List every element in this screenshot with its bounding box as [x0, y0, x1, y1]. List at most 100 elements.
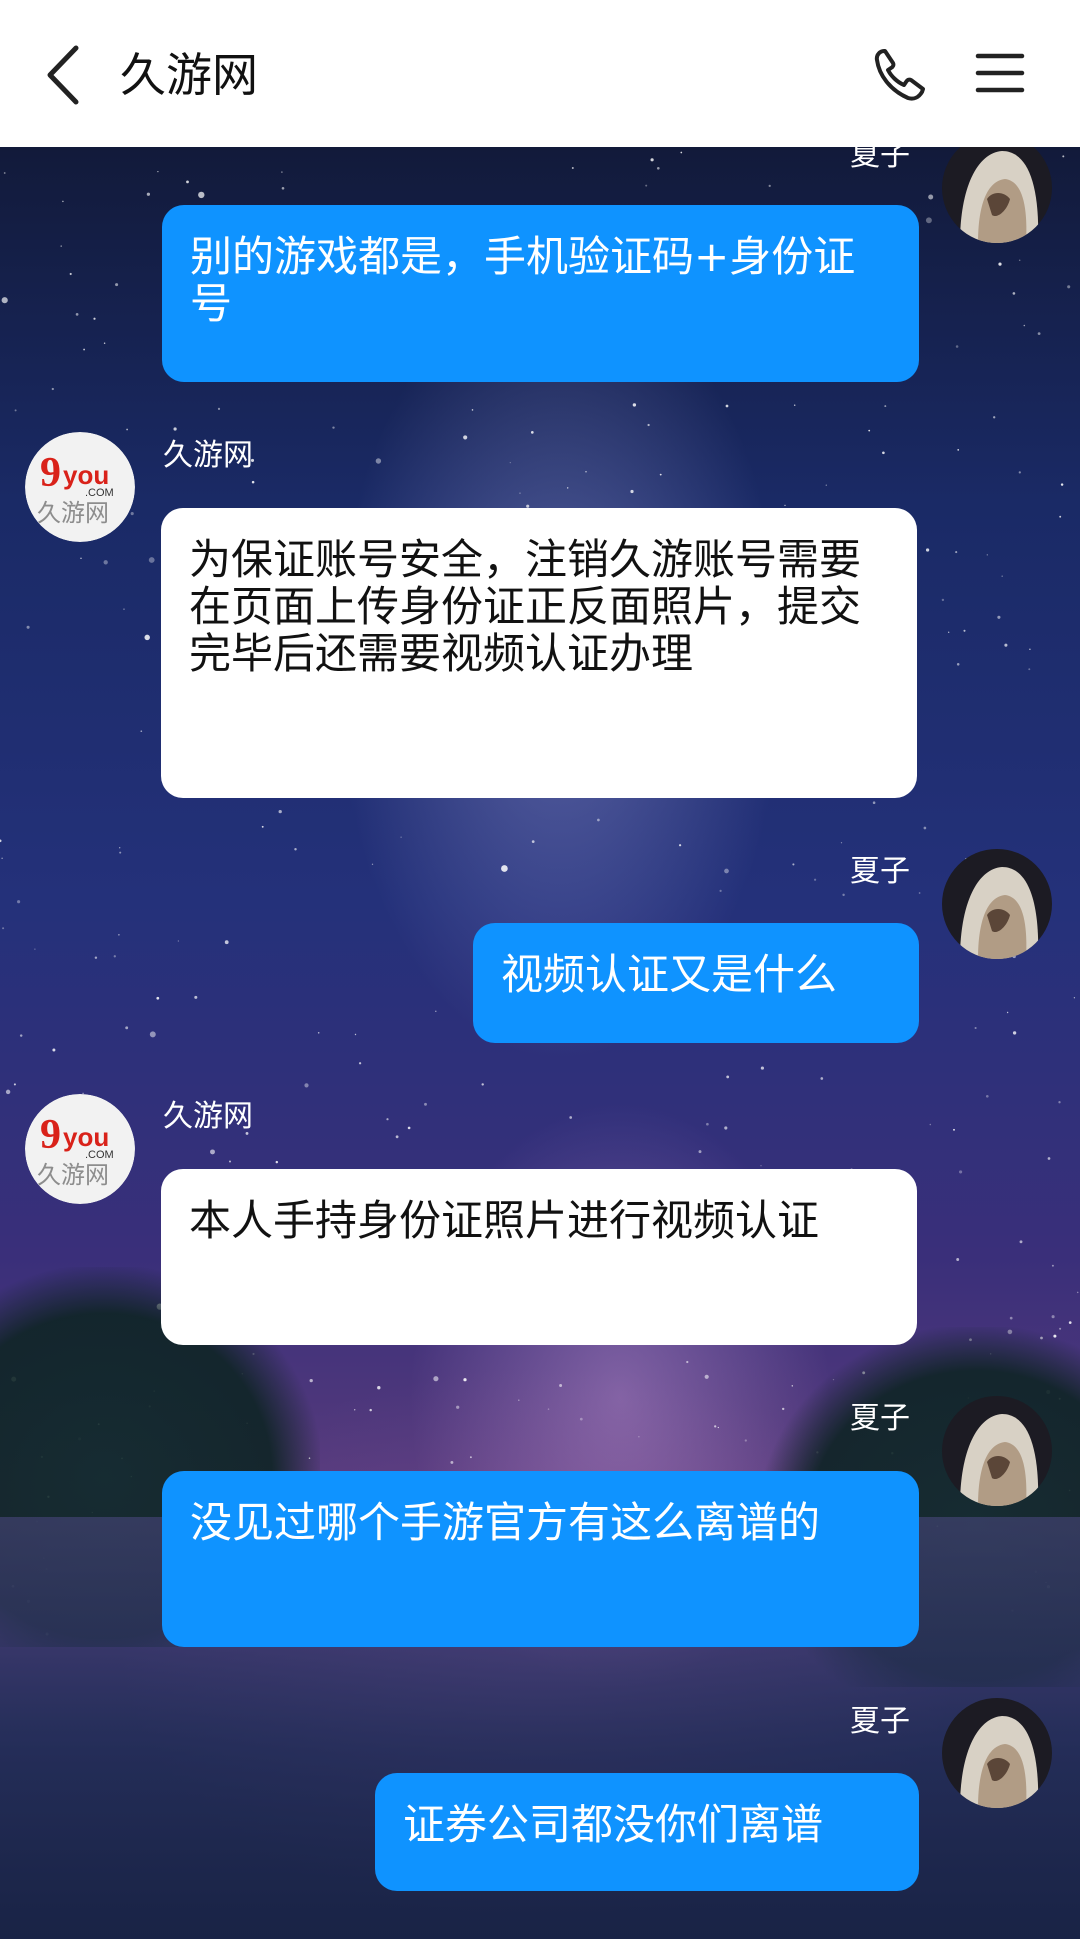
page-title: 久游网 [120, 48, 258, 102]
star [481, 1083, 484, 1086]
star [1, 297, 8, 304]
svg-text:9: 9 [40, 1112, 61, 1158]
star [509, 462, 511, 464]
star [386, 1118, 389, 1121]
star [229, 1160, 231, 1163]
message-bubble-other[interactable]: 为保证账号安全，注销久游账号需要在页面上传身份证正反面照片，提交完毕后还需要视频… [161, 508, 917, 798]
star [760, 1066, 764, 1070]
star [261, 825, 264, 828]
svg-text:.COM: .COM [85, 1149, 114, 1161]
back-button[interactable] [36, 40, 96, 110]
official-avatar[interactable]: 9 you .COM 久游网 [25, 1094, 135, 1204]
star [94, 956, 98, 959]
user-avatar[interactable] [942, 849, 1052, 959]
user-avatar[interactable] [942, 133, 1052, 243]
star [1062, 155, 1065, 158]
star [52, 1048, 56, 1052]
star [119, 851, 122, 854]
message-bubble-self[interactable]: 证券公司都没你们离谱 [375, 1773, 919, 1891]
star [119, 847, 121, 849]
star [75, 313, 79, 316]
star [719, 889, 722, 893]
star [925, 217, 932, 224]
star [571, 167, 574, 169]
star [955, 345, 959, 348]
message-bubble-self[interactable]: 别的游戏都是，手机验证码+身份证号 [162, 205, 919, 382]
star [1023, 324, 1026, 327]
jiuyou-logo-icon: 9 you .COM 久游网 [25, 432, 135, 542]
star [173, 427, 177, 431]
chat-header: 久游网 [0, 0, 1080, 147]
star [704, 1374, 709, 1379]
star [1012, 292, 1016, 295]
star [632, 403, 637, 407]
star [531, 840, 535, 843]
star [5, 1089, 11, 1095]
star [369, 1408, 372, 1412]
jiuyou-logo-icon: 9 you .COM 久游网 [25, 1094, 135, 1204]
star [1059, 515, 1062, 518]
star [354, 1033, 357, 1036]
phone-icon [874, 49, 925, 101]
star [842, 893, 845, 897]
star [820, 1077, 824, 1080]
star [34, 948, 36, 950]
star [251, 480, 255, 484]
star [726, 1075, 730, 1079]
star [953, 1128, 955, 1131]
star [717, 1426, 719, 1429]
message-bubble-self[interactable]: 视频认证又是什么 [473, 923, 919, 1043]
message-bubble-self[interactable]: 没见过哪个手游官方有这么离谱的 [162, 1471, 919, 1647]
star [140, 730, 143, 733]
star [929, 1123, 932, 1126]
star [882, 451, 885, 455]
call-button[interactable] [870, 45, 930, 105]
star [956, 663, 960, 666]
user-avatar[interactable] [942, 1698, 1052, 1808]
star [118, 934, 120, 936]
message-bubble-other[interactable]: 本人手持身份证照片进行视频认证 [161, 1169, 917, 1345]
official-avatar[interactable]: 9 you .COM 久游网 [25, 432, 135, 542]
star [597, 818, 600, 822]
star [463, 435, 468, 440]
svg-text:you: you [63, 1122, 109, 1152]
star [13, 1083, 16, 1086]
star [959, 1170, 963, 1174]
star [317, 1032, 320, 1034]
svg-text:久游网: 久游网 [37, 499, 109, 527]
star [585, 471, 587, 473]
star [638, 1436, 640, 1438]
star [123, 608, 125, 610]
user-avatar[interactable] [942, 1396, 1052, 1506]
star [872, 801, 876, 804]
star [985, 1094, 989, 1098]
star [400, 836, 402, 838]
star [281, 171, 283, 173]
star [130, 512, 134, 516]
chat-background [0, 147, 1080, 1939]
star [51, 387, 54, 391]
star [1051, 1315, 1055, 1319]
star [948, 631, 950, 633]
star [407, 1126, 411, 1130]
star [146, 192, 151, 196]
menu-icon [975, 53, 1025, 93]
svg-text:you: you [63, 460, 109, 490]
star [1018, 259, 1021, 261]
star [825, 484, 827, 486]
star [17, 900, 21, 904]
star [157, 170, 159, 173]
star [304, 1083, 309, 1088]
star [986, 554, 988, 556]
star [793, 404, 796, 406]
menu-button[interactable] [975, 48, 1025, 98]
star [1012, 1031, 1017, 1035]
star [925, 548, 930, 552]
star [928, 194, 934, 200]
star [678, 844, 682, 847]
star [956, 1258, 960, 1261]
avatar-image [942, 1396, 1052, 1506]
star [647, 423, 650, 427]
star [281, 186, 285, 190]
star [1029, 648, 1031, 651]
